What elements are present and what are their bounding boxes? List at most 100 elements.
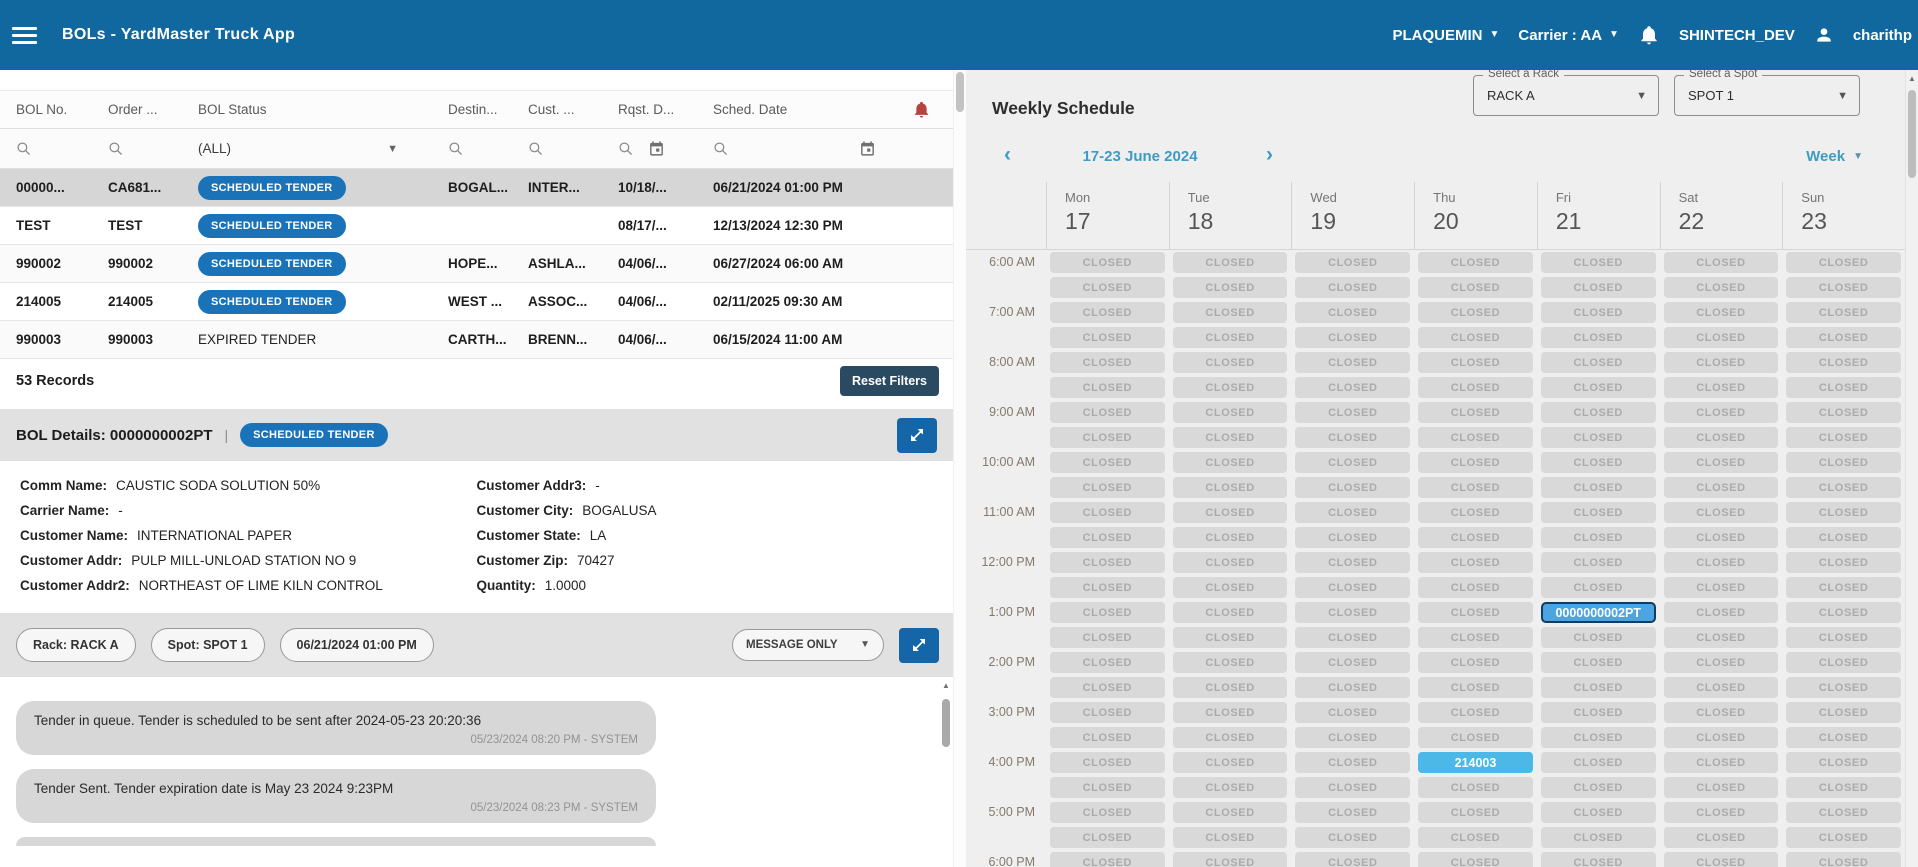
- schedule-slot[interactable]: CLOSED: [1660, 850, 1783, 867]
- schedule-slot[interactable]: CLOSED: [1046, 475, 1169, 500]
- user-icon[interactable]: [1814, 25, 1834, 45]
- column-header[interactable]: Destin...: [440, 102, 520, 117]
- schedule-event-slot[interactable]: 0000000002PT: [1537, 600, 1660, 625]
- schedule-slot[interactable]: CLOSED: [1046, 375, 1169, 400]
- schedule-slot[interactable]: CLOSED: [1782, 475, 1905, 500]
- column-header[interactable]: Order ...: [100, 102, 190, 117]
- schedule-slot[interactable]: CLOSED: [1660, 750, 1783, 775]
- bol-table-row[interactable]: 990003 990003 EXPIRED TENDER CARTH... BR…: [0, 321, 953, 359]
- search-icon[interactable]: [713, 141, 729, 157]
- bol-table-row[interactable]: 00000... CA681... SCHEDULED TENDER BOGAL…: [0, 169, 953, 207]
- search-icon[interactable]: [448, 141, 464, 157]
- search-icon[interactable]: [108, 141, 124, 157]
- schedule-slot[interactable]: CLOSED: [1782, 400, 1905, 425]
- schedule-slot[interactable]: CLOSED: [1046, 700, 1169, 725]
- schedule-slot[interactable]: CLOSED: [1414, 300, 1537, 325]
- schedule-slot[interactable]: CLOSED: [1660, 625, 1783, 650]
- search-icon[interactable]: [618, 141, 634, 157]
- schedule-slot[interactable]: CLOSED: [1046, 400, 1169, 425]
- tender-chip[interactable]: Rack: RACK A: [16, 628, 136, 662]
- schedule-slot[interactable]: CLOSED: [1291, 750, 1414, 775]
- schedule-slot[interactable]: CLOSED: [1169, 475, 1292, 500]
- filter-sched-date[interactable]: [705, 140, 890, 157]
- schedule-slot[interactable]: CLOSED: [1046, 800, 1169, 825]
- schedule-slot[interactable]: CLOSED: [1046, 450, 1169, 475]
- schedule-slot[interactable]: CLOSED: [1660, 550, 1783, 575]
- schedule-slot[interactable]: CLOSED: [1169, 725, 1292, 750]
- bol-table-row[interactable]: TEST TEST SCHEDULED TENDER 08/17/... 12/…: [0, 207, 953, 245]
- schedule-slot[interactable]: CLOSED: [1414, 625, 1537, 650]
- schedule-slot[interactable]: CLOSED: [1782, 600, 1905, 625]
- schedule-slot[interactable]: CLOSED: [1660, 375, 1783, 400]
- schedule-slot[interactable]: CLOSED: [1291, 325, 1414, 350]
- schedule-slot[interactable]: CLOSED: [1169, 775, 1292, 800]
- schedule-slot[interactable]: CLOSED: [1537, 500, 1660, 525]
- schedule-slot[interactable]: CLOSED: [1046, 500, 1169, 525]
- scrollbar-thumb[interactable]: [956, 72, 964, 112]
- schedule-slot[interactable]: CLOSED: [1291, 375, 1414, 400]
- menu-icon[interactable]: [12, 20, 46, 50]
- schedule-slot[interactable]: CLOSED: [1046, 850, 1169, 867]
- schedule-slot[interactable]: CLOSED: [1169, 525, 1292, 550]
- schedule-slot[interactable]: CLOSED: [1660, 800, 1783, 825]
- schedule-slot[interactable]: CLOSED: [1291, 475, 1414, 500]
- schedule-slot[interactable]: CLOSED: [1046, 550, 1169, 575]
- schedule-slot[interactable]: CLOSED: [1537, 725, 1660, 750]
- schedule-slot[interactable]: CLOSED: [1291, 825, 1414, 850]
- filter-customer[interactable]: [520, 141, 610, 157]
- left-panel-scrollbar[interactable]: [953, 70, 966, 867]
- schedule-slot[interactable]: CLOSED: [1660, 425, 1783, 450]
- filter-bol-no[interactable]: [0, 141, 100, 157]
- schedule-slot[interactable]: CLOSED: [1291, 675, 1414, 700]
- schedule-slot[interactable]: CLOSED: [1782, 700, 1905, 725]
- search-icon[interactable]: [528, 141, 544, 157]
- schedule-slot[interactable]: CLOSED: [1782, 300, 1905, 325]
- schedule-slot[interactable]: CLOSED: [1169, 400, 1292, 425]
- schedule-slot[interactable]: CLOSED: [1046, 600, 1169, 625]
- schedule-slot[interactable]: CLOSED: [1537, 575, 1660, 600]
- rack-select[interactable]: Select a Rack RACK A ▼: [1473, 70, 1659, 116]
- schedule-slot[interactable]: CLOSED: [1660, 725, 1783, 750]
- schedule-slot[interactable]: CLOSED: [1414, 325, 1537, 350]
- message-scrollbar[interactable]: ▲: [940, 681, 952, 867]
- schedule-slot[interactable]: CLOSED: [1169, 650, 1292, 675]
- scroll-up-icon[interactable]: ▲: [1906, 74, 1918, 83]
- schedule-slot[interactable]: CLOSED: [1537, 650, 1660, 675]
- bol-table-row[interactable]: 990002 990002 SCHEDULED TENDER HOPE... A…: [0, 245, 953, 283]
- schedule-slot[interactable]: CLOSED: [1782, 675, 1905, 700]
- tender-chip[interactable]: Spot: SPOT 1: [150, 628, 265, 662]
- schedule-slot[interactable]: CLOSED: [1046, 575, 1169, 600]
- schedule-slot[interactable]: CLOSED: [1537, 350, 1660, 375]
- schedule-slot[interactable]: CLOSED: [1291, 600, 1414, 625]
- schedule-slot[interactable]: CLOSED: [1660, 350, 1783, 375]
- schedule-slot[interactable]: CLOSED: [1414, 775, 1537, 800]
- schedule-slot[interactable]: CLOSED: [1291, 650, 1414, 675]
- column-header[interactable]: Rqst. D...: [610, 102, 705, 117]
- schedule-slot[interactable]: CLOSED: [1537, 800, 1660, 825]
- scrollbar-thumb[interactable]: [1908, 90, 1916, 178]
- schedule-slot[interactable]: CLOSED: [1414, 400, 1537, 425]
- bol-table-row[interactable]: 214005 214005 SCHEDULED TENDER WEST ... …: [0, 283, 953, 321]
- schedule-slot[interactable]: CLOSED: [1414, 800, 1537, 825]
- schedule-slot[interactable]: CLOSED: [1169, 375, 1292, 400]
- schedule-slot[interactable]: CLOSED: [1537, 275, 1660, 300]
- schedule-slot[interactable]: CLOSED: [1660, 450, 1783, 475]
- schedule-slot[interactable]: CLOSED: [1782, 275, 1905, 300]
- schedule-slot[interactable]: CLOSED: [1046, 250, 1169, 275]
- schedule-slot[interactable]: CLOSED: [1782, 500, 1905, 525]
- schedule-slot[interactable]: CLOSED: [1660, 275, 1783, 300]
- schedule-slot[interactable]: CLOSED: [1414, 850, 1537, 867]
- filter-destination[interactable]: [440, 141, 520, 157]
- schedule-slot[interactable]: CLOSED: [1046, 650, 1169, 675]
- reset-filters-button[interactable]: Reset Filters: [839, 366, 939, 396]
- schedule-slot[interactable]: CLOSED: [1169, 850, 1292, 867]
- schedule-slot[interactable]: CLOSED: [1660, 575, 1783, 600]
- filter-order[interactable]: [100, 141, 190, 157]
- schedule-slot[interactable]: CLOSED: [1660, 325, 1783, 350]
- schedule-slot[interactable]: CLOSED: [1169, 750, 1292, 775]
- tender-chip[interactable]: 06/21/2024 01:00 PM: [279, 628, 434, 662]
- schedule-slot[interactable]: CLOSED: [1169, 675, 1292, 700]
- chevron-right-icon[interactable]: ›: [1266, 144, 1273, 165]
- calendar-icon[interactable]: [648, 140, 665, 157]
- schedule-slot[interactable]: CLOSED: [1046, 425, 1169, 450]
